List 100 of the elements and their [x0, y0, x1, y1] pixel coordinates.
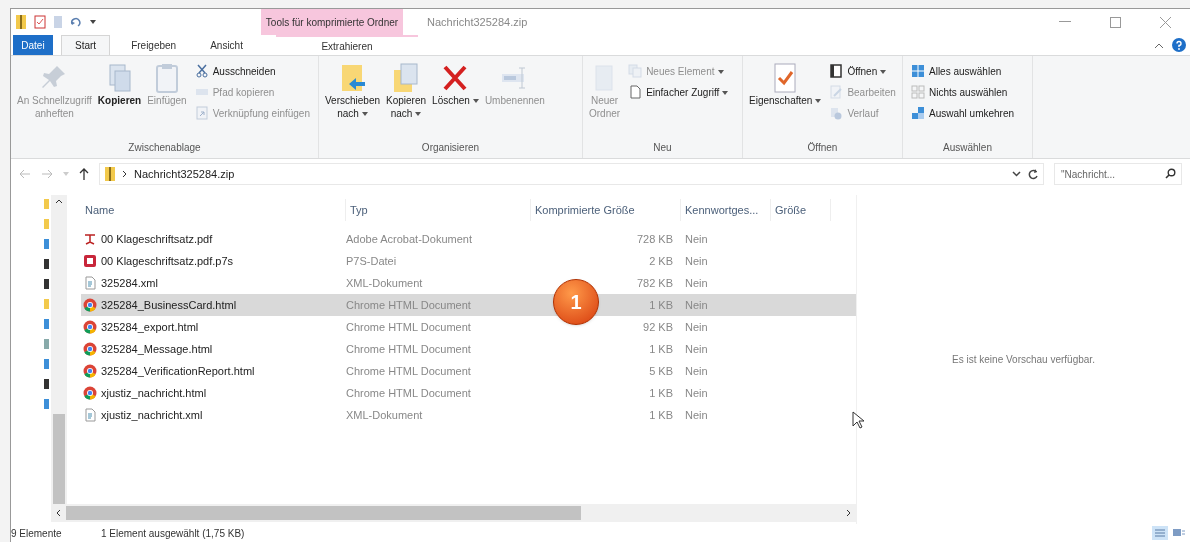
xml-file-icon	[83, 276, 97, 290]
preview-message: Es ist keine Vorschau verfügbar.	[952, 353, 1095, 367]
file-row[interactable]: 00 Klageschriftsatz.pdf.p7s P7S-Datei 2 KB Nein	[81, 250, 856, 272]
caret-icon	[880, 69, 887, 74]
compressed-size: 728 KB	[636, 231, 673, 247]
history-icon	[829, 106, 844, 120]
shortcut-icon	[194, 106, 209, 120]
vertical-scrollbar[interactable]	[51, 195, 67, 504]
ribbon-tab[interactable]: Datei	[13, 35, 53, 55]
column-header[interactable]: Kennwortges...	[681, 199, 771, 221]
password-protected: Nein	[684, 253, 709, 269]
password-protected: Nein	[684, 297, 709, 313]
properties-icon[interactable]	[33, 15, 47, 29]
compressed-size: 1 KB	[649, 407, 673, 423]
ribbon-tab[interactable]: Start	[61, 35, 111, 55]
file-type: Chrome HTML Document	[346, 341, 472, 357]
scroll-left-icon[interactable]	[56, 509, 61, 517]
chrome-file-icon	[83, 364, 97, 378]
column-header[interactable]: Typ	[346, 199, 531, 221]
address-field[interactable]: Nachricht325284.zip	[99, 163, 1044, 185]
caret-icon	[361, 112, 368, 117]
ribbon-button[interactable]: Nichts auswählen	[911, 83, 1015, 101]
file-name: 325284_export.html	[101, 319, 199, 335]
xml-file-icon	[83, 408, 97, 422]
compressed-size: 5 KB	[649, 363, 673, 379]
ribbon-tab[interactable]: Ansicht	[197, 35, 256, 55]
help-icon[interactable]	[1172, 38, 1186, 52]
ribbon-button[interactable]: Alles auswählen	[911, 62, 1015, 80]
select-none-icon	[911, 85, 925, 99]
password-protected: Nein	[684, 231, 709, 247]
password-protected: Nein	[684, 385, 709, 401]
chrome-file-icon	[83, 298, 97, 312]
new-item-icon	[628, 64, 643, 78]
caret-icon	[722, 90, 729, 95]
up-icon[interactable]	[79, 168, 89, 180]
compressed-size: 1 KB	[649, 297, 673, 313]
folder-icon[interactable]	[15, 14, 27, 30]
dropdown-icon[interactable]	[1012, 171, 1021, 177]
scrollbar-thumb[interactable]	[66, 506, 581, 520]
scissors-icon	[194, 64, 209, 78]
collapse-ribbon-icon[interactable]	[1154, 41, 1164, 49]
caret-icon	[472, 99, 479, 104]
group-label: Öffnen	[806, 141, 839, 155]
signature-file-icon	[83, 254, 97, 268]
file-name: 325284.xml	[101, 275, 158, 291]
ribbon-tab[interactable]: Freigeben	[118, 35, 190, 55]
ribbon-button[interactable]: Eigenschaften	[747, 62, 824, 117]
open-icon	[829, 64, 844, 78]
file-row[interactable]: 325284_Message.html Chrome HTML Document 1 KB Nein	[81, 338, 856, 360]
file-row[interactable]: 00 Klageschriftsatz.pdf Adobe Acrobat-Dokument 728 KB Nein	[81, 228, 856, 250]
password-protected: Nein	[684, 275, 709, 291]
close-icon[interactable]	[1159, 16, 1171, 28]
ribbon-button[interactable]: Kopieren nach	[384, 62, 429, 120]
file-row[interactable]: xjustiz_nachricht.xml XML-Dokument 1 KB Nein	[81, 404, 856, 426]
maximize-icon[interactable]	[1109, 16, 1121, 28]
refresh-icon[interactable]	[1027, 168, 1039, 180]
ribbon-button[interactable]: Einfacher Zugriff	[628, 83, 729, 101]
step-badge: 1	[553, 279, 599, 325]
file-type: Adobe Acrobat-Dokument	[346, 231, 473, 247]
scroll-right-icon[interactable]	[846, 509, 851, 517]
file-row[interactable]: xjustiz_nachricht.html Chrome HTML Document 1 KB Nein	[81, 382, 856, 404]
scroll-up-icon[interactable]	[55, 199, 63, 204]
file-name: 00 Klageschriftsatz.pdf	[101, 231, 213, 247]
ribbon-button[interactable]: Kopieren	[95, 62, 144, 107]
scrollbar-thumb[interactable]	[53, 414, 65, 504]
horizontal-scrollbar[interactable]	[51, 504, 856, 522]
ribbon-button[interactable]: Ausschneiden	[194, 62, 310, 80]
file-type: XML-Dokument	[346, 407, 424, 423]
group-label: Neu	[652, 141, 673, 155]
file-name: 325284_BusinessCard.html	[101, 297, 237, 313]
document-icon	[628, 85, 643, 99]
file-type: P7S-Datei	[346, 253, 398, 269]
ribbon-button[interactable]: Verschieben nach	[323, 62, 383, 120]
chrome-file-icon	[83, 320, 97, 334]
back-icon[interactable]	[19, 169, 31, 179]
ribbon-button[interactable]: Öffnen	[829, 62, 896, 80]
column-header[interactable]: Name	[81, 199, 346, 221]
ribbon-button[interactable]: Auswahl umkehren	[911, 104, 1015, 122]
search-field[interactable]: "Nachricht...	[1054, 163, 1182, 185]
selection-info: 1 Element ausgewählt (1,75 KB)	[101, 526, 245, 541]
details-view-icon[interactable]	[1152, 526, 1168, 540]
caret-icon[interactable]	[89, 18, 97, 26]
column-header[interactable]: Komprimierte Größe	[531, 199, 681, 221]
file-row[interactable]: 325284_VerificationReport.html Chrome HTML Document 5 KB Nein	[81, 360, 856, 382]
group-label: Auswählen	[942, 141, 993, 155]
compressed-size: 1 KB	[649, 385, 673, 401]
password-protected: Nein	[684, 341, 709, 357]
compressed-size: 1 KB	[649, 341, 673, 357]
search-icon[interactable]	[1165, 168, 1176, 179]
window-title: Nachricht325284.zip	[426, 14, 528, 30]
redo-icon[interactable]	[69, 15, 83, 29]
caret-icon	[415, 112, 422, 117]
compressed-size: 92 KB	[643, 319, 673, 335]
file-name: 325284_Message.html	[101, 341, 213, 357]
file-type: XML-Dokument	[346, 275, 424, 291]
compressed-size: 2 KB	[649, 253, 673, 269]
ribbon-button[interactable]: Löschen	[430, 62, 481, 117]
forward-icon[interactable]	[41, 169, 53, 179]
minimize-icon[interactable]	[1059, 21, 1071, 23]
column-header[interactable]: Größe	[771, 199, 831, 221]
